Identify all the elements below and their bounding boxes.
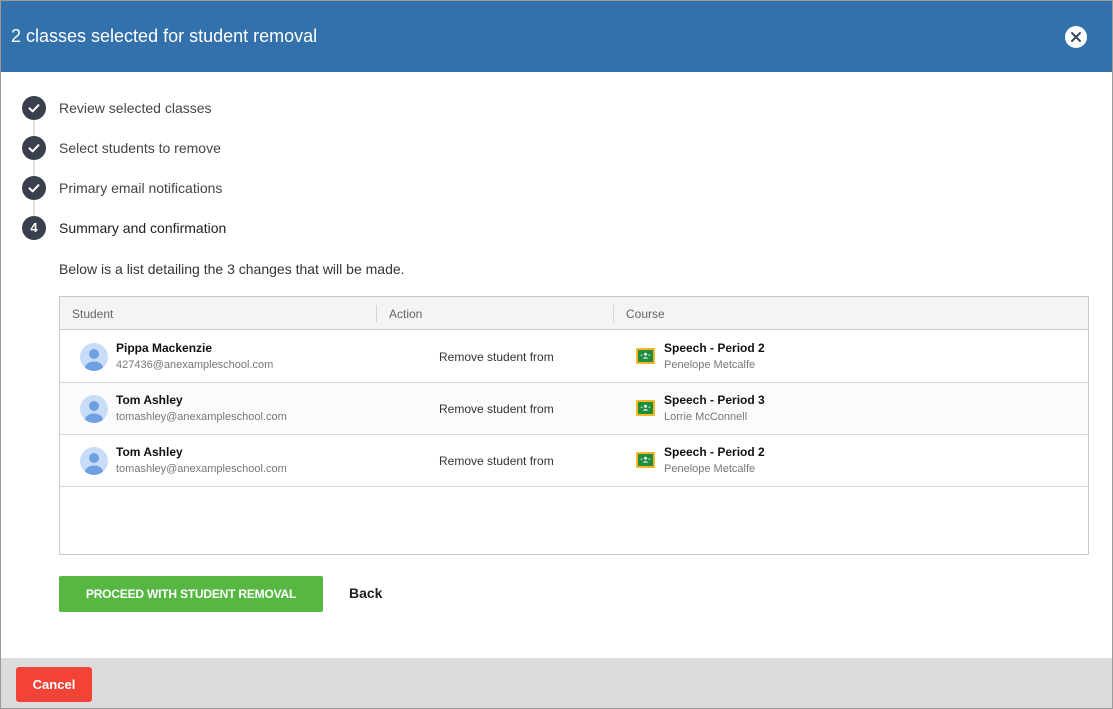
avatar bbox=[80, 447, 108, 475]
dialog-header: 2 classes selected for student removal bbox=[1, 1, 1112, 72]
step-summary-confirmation: 4 Summary and confirmation bbox=[22, 216, 422, 240]
avatar bbox=[80, 395, 108, 423]
student-email: tomashley@anexampleschool.com bbox=[116, 463, 287, 475]
column-divider bbox=[376, 305, 377, 322]
cancel-button[interactable]: Cancel bbox=[16, 667, 92, 702]
user-avatar-icon bbox=[85, 349, 103, 371]
table-row: Tom Ashley tomashley@anexampleschool.com… bbox=[60, 383, 1088, 435]
step-select-students: Select students to remove bbox=[22, 136, 422, 160]
action-text: Remove student from bbox=[439, 350, 554, 364]
column-header-student: Student bbox=[72, 307, 114, 321]
close-button[interactable] bbox=[1065, 26, 1087, 48]
step-label: Primary email notifications bbox=[59, 180, 223, 196]
table-row: Pippa Mackenzie 427436@anexampleschool.c… bbox=[60, 331, 1088, 383]
google-classroom-icon bbox=[636, 348, 655, 364]
step-connector bbox=[33, 200, 35, 216]
action-text: Remove student from bbox=[439, 402, 554, 416]
step-complete-badge bbox=[22, 176, 46, 200]
column-divider bbox=[613, 305, 614, 322]
google-classroom-icon bbox=[636, 452, 655, 468]
table-header: Student Action Course bbox=[60, 297, 1088, 330]
summary-intro-text: Below is a list detailing the 3 changes … bbox=[59, 261, 405, 277]
action-text: Remove student from bbox=[439, 454, 554, 468]
course-name: Speech - Period 3 bbox=[664, 393, 765, 407]
step-number-badge: 4 bbox=[22, 216, 46, 240]
column-header-action: Action bbox=[389, 307, 423, 321]
proceed-with-removal-button[interactable]: PROCEED WITH STUDENT REMOVAL bbox=[59, 576, 323, 612]
step-label: Summary and confirmation bbox=[59, 220, 227, 236]
dialog-title: 2 classes selected for student removal bbox=[11, 26, 318, 46]
course-teacher: Lorrie McConnell bbox=[664, 411, 748, 423]
student-name: Tom Ashley bbox=[116, 393, 183, 407]
student-name: Pippa Mackenzie bbox=[116, 341, 213, 355]
check-icon bbox=[28, 184, 40, 193]
changes-table: Student Action Course Pippa Mackenzie 42… bbox=[59, 296, 1089, 555]
avatar bbox=[80, 343, 108, 371]
back-button[interactable]: Back bbox=[349, 585, 382, 601]
check-icon bbox=[28, 104, 40, 113]
course-teacher: Penelope Metcalfe bbox=[664, 359, 756, 371]
course-teacher: Penelope Metcalfe bbox=[664, 463, 756, 475]
close-icon bbox=[1071, 32, 1081, 42]
dialog-footer: Cancel bbox=[1, 658, 1112, 708]
step-email-notifications: Primary email notifications bbox=[22, 176, 422, 200]
step-label: Review selected classes bbox=[59, 100, 212, 116]
course-name: Speech - Period 2 bbox=[664, 341, 765, 355]
student-email: 427436@anexampleschool.com bbox=[116, 359, 274, 371]
user-avatar-icon bbox=[85, 401, 103, 423]
course-name: Speech - Period 2 bbox=[664, 445, 765, 459]
step-connector bbox=[33, 120, 35, 136]
step-label: Select students to remove bbox=[59, 140, 221, 156]
user-avatar-icon bbox=[85, 453, 103, 475]
student-name: Tom Ashley bbox=[116, 445, 183, 459]
table-row: Tom Ashley tomashley@anexampleschool.com… bbox=[60, 435, 1088, 487]
step-connector bbox=[33, 160, 35, 176]
student-removal-dialog: 2 classes selected for student removal R… bbox=[0, 0, 1113, 709]
step-complete-badge bbox=[22, 96, 46, 120]
google-classroom-icon bbox=[636, 400, 655, 416]
step-review-classes: Review selected classes bbox=[22, 96, 422, 120]
student-email: tomashley@anexampleschool.com bbox=[116, 411, 287, 423]
check-icon bbox=[28, 144, 40, 153]
column-header-course: Course bbox=[626, 307, 665, 321]
step-complete-badge bbox=[22, 136, 46, 160]
